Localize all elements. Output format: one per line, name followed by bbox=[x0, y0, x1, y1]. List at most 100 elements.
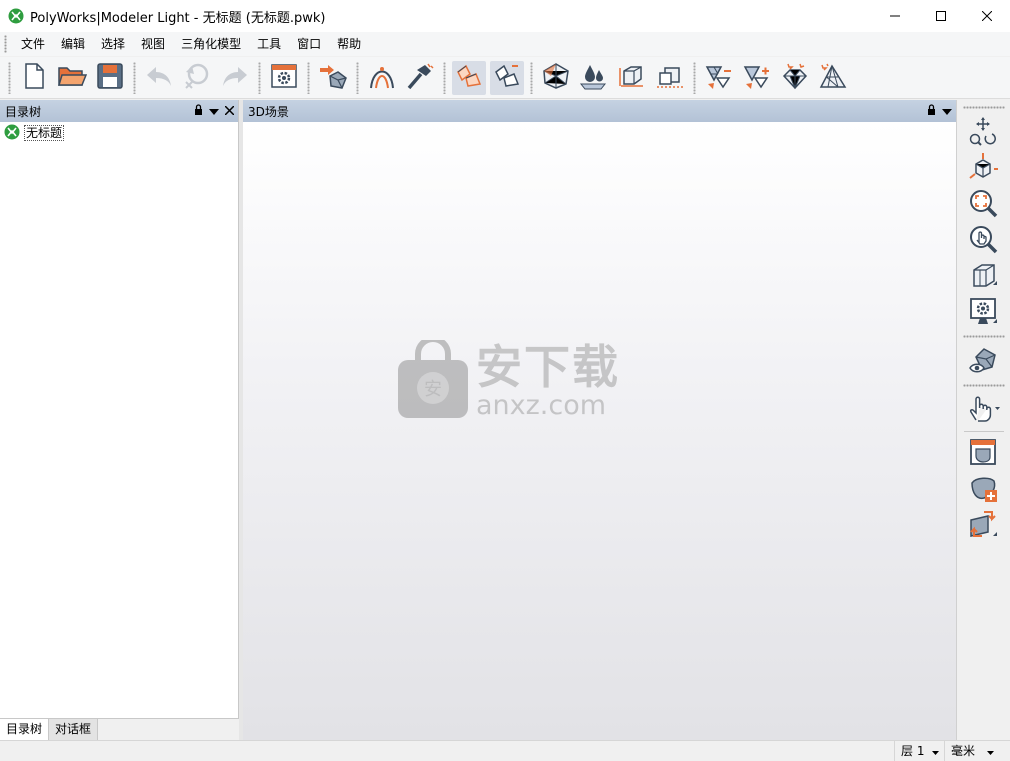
undo-disabled-icon bbox=[182, 62, 212, 93]
add-triangles-button[interactable] bbox=[740, 61, 774, 95]
toolbar-separator bbox=[530, 61, 533, 94]
hand-pointer-icon bbox=[966, 394, 1000, 427]
mesh-fix-icon bbox=[818, 62, 848, 93]
feature-window-button[interactable] bbox=[963, 436, 1003, 470]
polyworks-app-icon bbox=[8, 8, 24, 24]
watermark: 安 安下载 anxz.com bbox=[398, 336, 620, 421]
bounding-box-button[interactable] bbox=[615, 61, 649, 95]
tab-dialog[interactable]: 对话框 bbox=[49, 719, 99, 740]
menu-bar: 文件 编辑 选择 视图 三角化模型 工具 窗口 帮助 bbox=[0, 32, 1010, 56]
zoom-fit-icon bbox=[968, 188, 998, 221]
zoom-interactive-button[interactable] bbox=[963, 223, 1003, 257]
watermark-text: 安下载 anxz.com bbox=[476, 342, 620, 420]
view-cube-button[interactable] bbox=[963, 259, 1003, 293]
dropdown-arrow-icon[interactable] bbox=[209, 104, 219, 118]
new-file-button[interactable] bbox=[17, 61, 51, 95]
import-object-button[interactable] bbox=[316, 61, 350, 95]
new-file-icon bbox=[21, 62, 47, 93]
lock-icon[interactable] bbox=[194, 104, 203, 118]
toolbar-separator bbox=[356, 61, 359, 94]
lock-icon[interactable] bbox=[927, 104, 936, 118]
scene-panel-title: 3D场景 bbox=[248, 104, 289, 119]
curve-tool-icon bbox=[367, 62, 397, 93]
display-settings-icon bbox=[968, 296, 998, 329]
tree-item-label: 无标题 bbox=[24, 125, 65, 141]
menu-grip[interactable] bbox=[4, 35, 7, 53]
close-panel-icon[interactable] bbox=[224, 104, 235, 118]
select-polygons-button[interactable] bbox=[452, 60, 486, 95]
undo-history-button[interactable] bbox=[180, 61, 214, 95]
toolbar-grip[interactable] bbox=[962, 106, 1005, 109]
navigate-icon bbox=[968, 116, 998, 149]
view-toolbar bbox=[956, 100, 1010, 740]
toolbar-grip[interactable] bbox=[8, 61, 11, 94]
minimize-button[interactable] bbox=[872, 0, 918, 32]
mesh-fix-button[interactable] bbox=[816, 61, 850, 95]
feature-window-icon bbox=[968, 437, 998, 470]
3d-viewport[interactable]: 安 安下载 anxz.com bbox=[243, 122, 956, 740]
open-button[interactable] bbox=[55, 61, 89, 95]
tree-panel-controls bbox=[194, 100, 235, 122]
unit-label: 毫米 bbox=[951, 744, 976, 758]
redo-button[interactable] bbox=[218, 61, 252, 95]
layer-selector[interactable]: 层 1 bbox=[894, 741, 944, 761]
title-bar: PolyWorks|Modeler Light - 无标题 (无标题.pwk) bbox=[0, 0, 1010, 32]
toolbar-separator bbox=[963, 431, 1004, 432]
toolbar-separator bbox=[258, 61, 261, 94]
object-clip-icon bbox=[655, 62, 685, 93]
tab-tree[interactable]: 目录树 bbox=[0, 719, 50, 740]
repair-tool-icon bbox=[405, 62, 435, 93]
menu-view[interactable]: 视图 bbox=[133, 32, 173, 56]
tree-panel-title: 目录树 bbox=[5, 104, 42, 119]
add-triangles-icon bbox=[742, 62, 772, 93]
deselect-polygons-button[interactable] bbox=[490, 60, 524, 95]
open-folder-icon bbox=[57, 63, 88, 92]
menu-file[interactable]: 文件 bbox=[13, 32, 53, 56]
undo-button[interactable] bbox=[142, 61, 176, 95]
view-align-button[interactable] bbox=[963, 151, 1003, 185]
display-settings-button[interactable] bbox=[963, 295, 1003, 329]
fill-holes-button[interactable] bbox=[577, 61, 611, 95]
scene-panel-controls bbox=[927, 100, 952, 122]
save-icon bbox=[96, 62, 124, 93]
zoom-hand-icon bbox=[968, 224, 998, 257]
curve-tool-button[interactable] bbox=[365, 61, 399, 95]
save-button[interactable] bbox=[93, 61, 127, 95]
watermark-logo-icon: 安 bbox=[398, 336, 468, 421]
tree-item-root[interactable]: 无标题 bbox=[4, 124, 238, 142]
maximize-button[interactable] bbox=[918, 0, 964, 32]
repair-tool-button[interactable] bbox=[403, 61, 437, 95]
menu-tools[interactable]: 工具 bbox=[249, 32, 289, 56]
smooth-mesh-button[interactable] bbox=[778, 61, 812, 95]
scene-panel-header: 3D场景 bbox=[243, 100, 956, 122]
reduce-triangles-icon bbox=[704, 62, 734, 93]
menu-edit[interactable]: 编辑 bbox=[53, 32, 93, 56]
view-navigate-button[interactable] bbox=[963, 115, 1003, 149]
watermark-cn: 安下载 bbox=[476, 339, 620, 394]
watermark-en: anxz.com bbox=[476, 389, 607, 421]
close-button[interactable] bbox=[964, 0, 1010, 32]
reduce-triangles-button[interactable] bbox=[702, 61, 736, 95]
settings-window-button[interactable] bbox=[267, 61, 301, 95]
add-surface-button[interactable] bbox=[963, 472, 1003, 506]
dropdown-arrow-icon[interactable] bbox=[942, 104, 952, 118]
object-clip-button[interactable] bbox=[653, 61, 687, 95]
panel-tabs: 目录树 对话框 bbox=[0, 718, 239, 740]
mesh-sphere-button[interactable] bbox=[539, 61, 573, 95]
scene-panel: 3D场景 安 安下载 anxz.com bbox=[243, 100, 956, 740]
menu-help[interactable]: 帮助 bbox=[329, 32, 369, 56]
dropdown-arrow-icon bbox=[932, 744, 940, 758]
select-mode-button[interactable] bbox=[963, 393, 1003, 427]
toolbar-separator bbox=[307, 61, 310, 94]
view-cube-icon bbox=[968, 260, 998, 293]
menu-triangle-model[interactable]: 三角化模型 bbox=[173, 32, 249, 56]
unit-selector[interactable]: 毫米 bbox=[944, 741, 1010, 761]
align-view-icon bbox=[968, 152, 998, 185]
transform-button[interactable] bbox=[963, 508, 1003, 542]
object-visibility-button[interactable] bbox=[963, 344, 1003, 378]
redo-icon bbox=[220, 63, 250, 92]
zoom-fit-button[interactable] bbox=[963, 187, 1003, 221]
menu-select[interactable]: 选择 bbox=[93, 32, 133, 56]
menu-window[interactable]: 窗口 bbox=[289, 32, 329, 56]
object-visibility-icon bbox=[968, 345, 998, 378]
